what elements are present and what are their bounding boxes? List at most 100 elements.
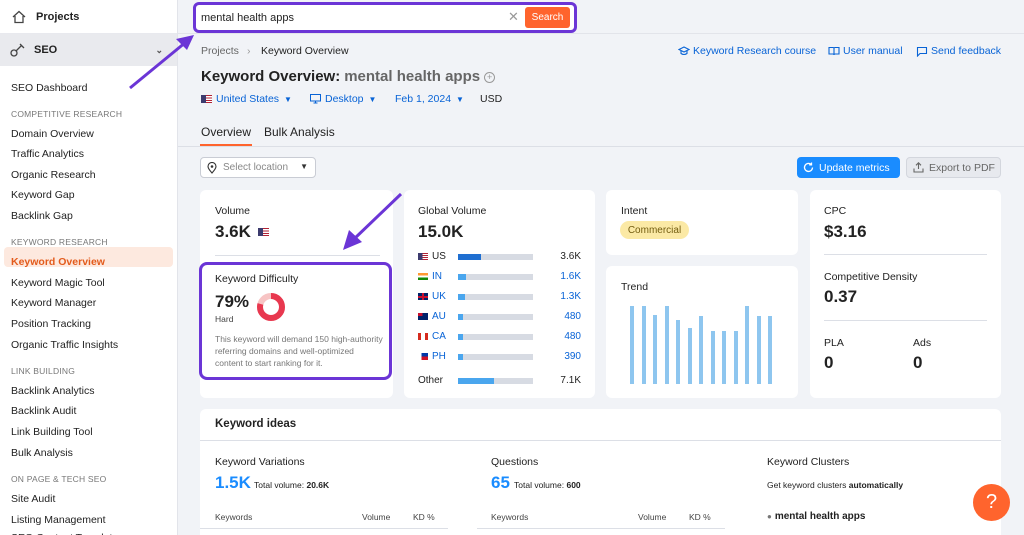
trend-bar[interactable] [687, 328, 692, 384]
trend-bar[interactable] [756, 316, 761, 384]
volume-label: Volume [215, 205, 251, 217]
sidebar-item-listing-management[interactable]: Listing Management [11, 514, 106, 526]
cluster-item[interactable]: ● mental health apps [767, 511, 865, 522]
volume-share-fill [458, 274, 466, 280]
trend-bar[interactable] [733, 331, 738, 384]
sidebar-section-header: LINK BUILDING [11, 366, 76, 376]
density-label: Competitive Density [824, 271, 918, 283]
sidebar-item-backlink-audit[interactable]: Backlink Audit [11, 405, 76, 417]
sidebar-item-backlink-analytics[interactable]: Backlink Analytics [11, 385, 94, 397]
seo-satellite-icon [10, 43, 25, 57]
country-volume-row[interactable]: CA 480 [418, 331, 583, 343]
location-select[interactable]: Select location ▼ [200, 157, 316, 178]
sidebar-item-keyword-manager[interactable]: Keyword Manager [11, 297, 96, 309]
trend-bar[interactable] [676, 320, 681, 384]
search-input[interactable] [201, 8, 519, 27]
divider [477, 528, 725, 529]
tab-bulk-analysis[interactable]: Bulk Analysis [264, 125, 335, 139]
pla-value: 0 [824, 353, 834, 372]
country-volume-row[interactable]: UK 1.3K [418, 291, 583, 303]
desktop-icon [310, 94, 321, 104]
questions-total-label: Total volume: [514, 480, 565, 490]
clear-icon[interactable]: ✕ [508, 9, 519, 25]
clusters-desc-bold: automatically [848, 480, 904, 490]
in-flag-icon [418, 273, 428, 280]
trend-bar[interactable] [641, 306, 646, 384]
update-metrics-button[interactable]: Update metrics [797, 157, 900, 178]
trend-bar[interactable] [630, 306, 634, 384]
us-flag-icon [418, 253, 428, 260]
cpc-label: CPC [824, 205, 847, 217]
trend-bar[interactable] [664, 306, 669, 384]
search-button[interactable]: Search [525, 7, 570, 28]
country-volume: 1.3K [560, 291, 581, 302]
seo-nav-toggle[interactable]: SEO ⌄ [0, 34, 177, 66]
export-pdf-button[interactable]: Export to PDF [906, 157, 1001, 178]
chevron-down-icon: ▼ [300, 162, 308, 171]
sidebar-item-keyword-gap[interactable]: Keyword Gap [11, 189, 75, 201]
device-selector[interactable]: Desktop ▼ [310, 93, 376, 105]
variations-total: Total volume: 20.6K [254, 480, 329, 490]
help-button[interactable]: ? [973, 484, 1010, 521]
sidebar-item-organic-traffic-insights[interactable]: Organic Traffic Insights [11, 339, 118, 351]
tab-overview[interactable]: Overview [201, 125, 251, 139]
sidebar-item-domain-overview[interactable]: Domain Overview [11, 128, 94, 140]
chevron-down-icon: ⌄ [155, 45, 163, 55]
country-volume-row[interactable]: IN 1.6K [418, 271, 583, 283]
sidebar-item-keyword-overview[interactable]: Keyword Overview [11, 256, 105, 268]
breadcrumb-projects[interactable]: Projects [201, 45, 239, 57]
update-metrics-label: Update metrics [819, 161, 890, 174]
date-label: Feb 1, 2024 [395, 93, 452, 105]
trend-bar[interactable] [722, 331, 727, 384]
col-volume: Volume [362, 512, 391, 522]
trend-bar[interactable] [768, 316, 773, 384]
country-volume-row: US 3.6K [418, 251, 583, 263]
sidebar-item-seo-dashboard[interactable]: SEO Dashboard [11, 82, 87, 94]
sidebar-section-header: KEYWORD RESEARCH [11, 237, 108, 247]
trend-bar[interactable] [710, 331, 715, 384]
sidebar-item-traffic-analytics[interactable]: Traffic Analytics [11, 148, 84, 160]
date-selector[interactable]: Feb 1, 2024 ▼ [395, 93, 464, 105]
course-link[interactable]: Keyword Research course [678, 45, 816, 57]
questions-value[interactable]: 65 [491, 473, 510, 493]
sidebar-item-organic-research[interactable]: Organic Research [11, 169, 96, 181]
refresh-icon [803, 162, 814, 173]
volume-share-bar [458, 254, 533, 260]
col-kd: KD % [413, 512, 435, 522]
keyword-ideas-title: Keyword ideas [215, 418, 297, 430]
trend-bar[interactable] [745, 306, 750, 384]
add-to-list-icon[interactable]: + [484, 71, 496, 83]
chevron-down-icon: ▼ [456, 94, 464, 104]
sidebar-item-backlink-gap[interactable]: Backlink Gap [11, 210, 73, 222]
sidebar-item-link-building-tool[interactable]: Link Building Tool [11, 426, 93, 438]
country-selector[interactable]: United States ▼ [201, 93, 292, 105]
ads-value: 0 [913, 353, 923, 372]
volume-share-fill [458, 294, 465, 300]
title-keyword: mental health apps [344, 68, 481, 85]
country-volume-row[interactable]: AU 480 [418, 311, 583, 323]
sidebar-item-position-tracking[interactable]: Position Tracking [11, 318, 91, 330]
other-volume: 7.1K [560, 375, 581, 386]
country-label: United States [216, 93, 280, 105]
country-volume-row[interactable]: PH 390 [418, 351, 583, 363]
volume-share-fill [458, 334, 463, 340]
chevron-down-icon: ▼ [284, 94, 292, 104]
sidebar-item-bulk-analysis[interactable]: Bulk Analysis [11, 447, 73, 459]
volume-share-fill [458, 354, 463, 360]
manual-link[interactable]: User manual [828, 45, 903, 57]
sidebar-item-site-audit[interactable]: Site Audit [11, 493, 55, 505]
col-keywords: Keywords [491, 512, 529, 522]
cluster-item-label: mental health apps [774, 511, 866, 522]
variations-value[interactable]: 1.5K [215, 473, 251, 493]
trend-bar[interactable] [699, 316, 704, 384]
sidebar-item-keyword-magic-tool[interactable]: Keyword Magic Tool [11, 277, 105, 289]
projects-nav[interactable]: Projects [0, 0, 177, 34]
feedback-link[interactable]: Send feedback [916, 45, 1001, 57]
location-placeholder: Select location [223, 162, 289, 173]
questions-total-value: 600 [566, 480, 581, 490]
bullet-icon: ● [767, 512, 772, 521]
trend-bar[interactable] [653, 315, 658, 384]
questions-label[interactable]: Questions [491, 456, 538, 468]
kd-label: Keyword Difficulty [215, 273, 299, 285]
variations-label[interactable]: Keyword Variations [215, 456, 305, 468]
